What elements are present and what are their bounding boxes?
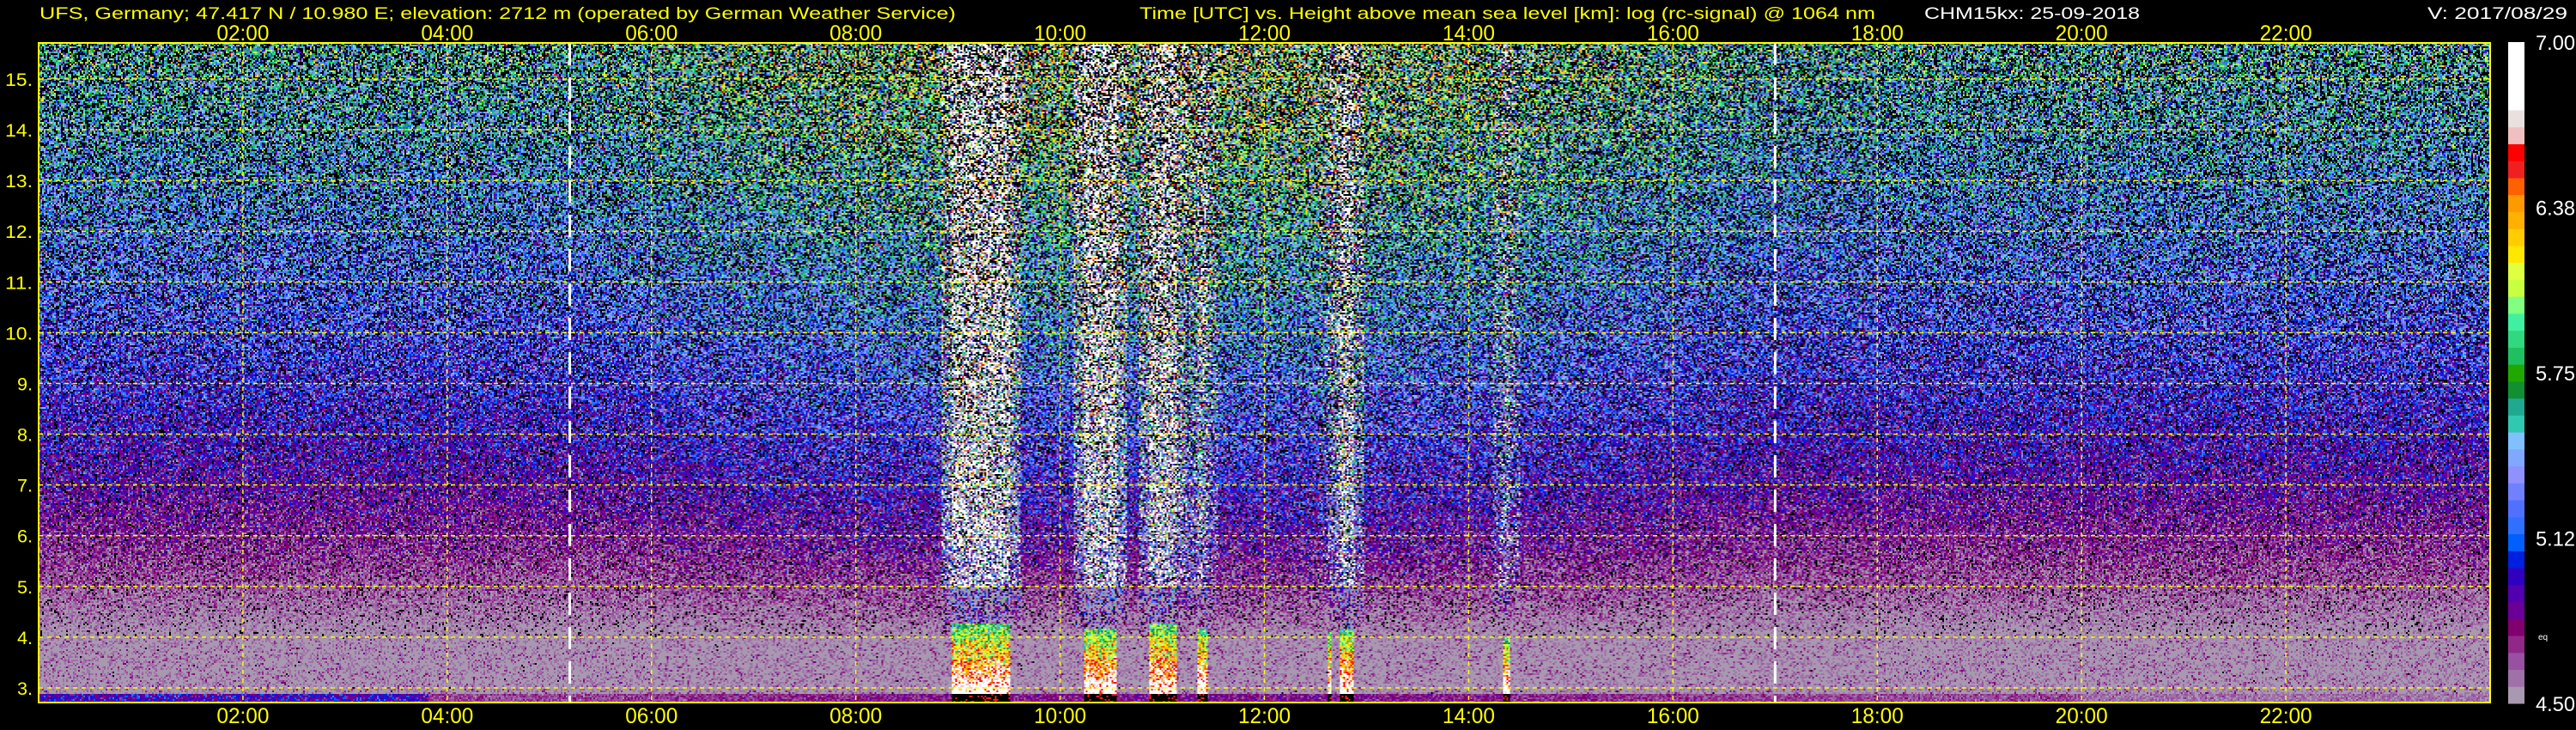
colorbar-segment [2508, 126, 2524, 144]
x-tick-label-bottom: 18:00 [1851, 704, 1904, 728]
colorbar-segment [2508, 533, 2524, 551]
colorbar-segment [2508, 483, 2524, 501]
x-tick-label-bottom: 12:00 [1238, 704, 1291, 728]
x-tick-label-bottom: 08:00 [829, 704, 882, 728]
version-label: V: 2017/08/29 [2427, 5, 2567, 23]
y-tick-label: 14. [5, 121, 33, 141]
y-tick-label: 3. [17, 679, 33, 699]
sun-markers [568, 43, 1777, 703]
colorbar-segment [2508, 584, 2524, 603]
x-tick-label-top: 04:00 [421, 21, 473, 46]
x-tick-label-top: 06:00 [625, 21, 677, 46]
y-tick-label: 15. [5, 70, 33, 90]
colorbar-segment [2508, 432, 2524, 450]
colorbar-note: eq [2538, 633, 2548, 642]
x-tick-label-bottom: 20:00 [2056, 704, 2108, 728]
colorbar [2508, 42, 2524, 704]
y-axis: 3. 4. 5. 6. 7. 8. 9. 10. 11. 12. 13. 14. 15. [5, 70, 33, 699]
x-tick-label-bottom: 22:00 [2260, 704, 2312, 728]
colorbar-segment [2508, 330, 2524, 348]
x-tick-label-top: 02:00 [216, 21, 269, 46]
colorbar-segment [2508, 296, 2524, 314]
colorbar-segment [2508, 686, 2524, 704]
y-tick-label: 13. [5, 172, 33, 192]
station-title: UFS, Germany; 47.417 N / 10.980 E; eleva… [39, 5, 956, 23]
colorbar-segment [2508, 636, 2524, 654]
x-tick-label-top: 10:00 [1034, 21, 1086, 46]
colorbar-segment [2508, 364, 2524, 382]
x-tick-label-top: 18:00 [1851, 21, 1904, 46]
colorbar-segment [2508, 58, 2524, 76]
colorbar-tick-label: 4.50 [2536, 693, 2575, 716]
grid-lines [39, 43, 2490, 703]
y-tick-label: 9. [17, 374, 33, 394]
colorbar-segment [2508, 42, 2524, 60]
instrument-date: CHM15kx: 25-09-2018 [1924, 5, 2140, 23]
y-tick-label: 8. [17, 426, 33, 446]
colorbar-segment [2508, 262, 2524, 280]
colorbar-segment [2508, 161, 2524, 179]
colorbar-segment [2508, 500, 2524, 518]
y-tick-label: 11. [5, 273, 33, 293]
x-tick-label-bottom: 02:00 [216, 704, 269, 728]
colorbar-labels: 7.00 6.38 5.75 5.12 4.50 [2536, 32, 2575, 716]
colorbar-segment [2508, 211, 2524, 229]
colorbar-segment [2508, 109, 2524, 128]
colorbar-segment [2508, 313, 2524, 332]
colorbar-segment [2508, 228, 2524, 246]
y-tick-label: 12. [5, 222, 33, 242]
colorbar-segment [2508, 618, 2524, 636]
y-tick-label: 5. [17, 578, 33, 598]
colorbar-tick-label: 5.75 [2536, 362, 2575, 386]
x-tick-label-bottom: 06:00 [625, 704, 677, 728]
colorbar-segment [2508, 245, 2524, 264]
colorbar-segment [2508, 177, 2524, 196]
colorbar-segment [2508, 516, 2524, 535]
colorbar-segment [2508, 568, 2524, 586]
colorbar-segment [2508, 652, 2524, 671]
x-tick-label-top: 08:00 [829, 21, 882, 46]
colorbar-segment [2508, 76, 2524, 94]
colorbar-segment [2508, 93, 2524, 111]
x-tick-label-top: 22:00 [2260, 21, 2312, 46]
colorbar-tick-label: 7.00 [2536, 32, 2575, 55]
colorbar-tick-label: 5.12 [2536, 528, 2575, 551]
colorbar-segment [2508, 194, 2524, 212]
x-tick-label-top: 14:00 [1443, 21, 1495, 46]
x-tick-label-top: 16:00 [1647, 21, 1699, 46]
colorbar-segment [2508, 551, 2524, 569]
x-tick-label-top: 12:00 [1238, 21, 1291, 46]
colorbar-segment [2508, 347, 2524, 365]
colorbar-segment [2508, 448, 2524, 467]
colorbar-segment [2508, 465, 2524, 484]
y-tick-label: 10. [5, 324, 33, 344]
y-tick-label: 6. [17, 527, 33, 547]
colorbar-segment [2508, 143, 2524, 161]
y-tick-label: 4. [17, 629, 33, 648]
chart-overlay: UFS, Germany; 47.417 N / 10.980 E; eleva… [5, 5, 2575, 728]
plot-title: Time [UTC] vs. Height above mean sea lev… [1139, 5, 1875, 23]
y-tick-label: 7. [17, 477, 33, 496]
colorbar-tick-label: 6.38 [2536, 198, 2575, 221]
colorbar-segment [2508, 415, 2524, 433]
colorbar-segment [2508, 601, 2524, 619]
x-tick-label-bottom: 04:00 [421, 704, 473, 728]
colorbar-segment [2508, 398, 2524, 416]
x-tick-label-bottom: 16:00 [1647, 704, 1699, 728]
x-tick-label-bottom: 14:00 [1443, 704, 1495, 728]
colorbar-segment [2508, 380, 2524, 399]
x-tick-label-bottom: 10:00 [1034, 704, 1086, 728]
colorbar-segment [2508, 669, 2524, 687]
x-tick-label-top: 20:00 [2056, 21, 2108, 46]
colorbar-segment [2508, 279, 2524, 297]
